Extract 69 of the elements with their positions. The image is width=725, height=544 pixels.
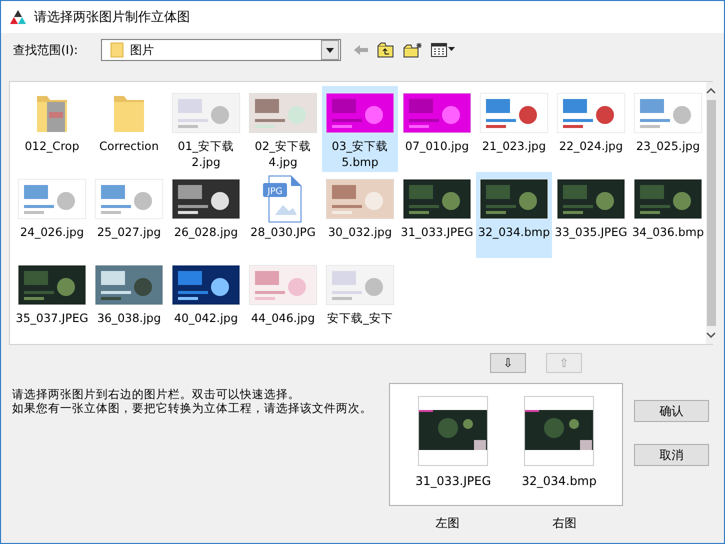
scroll-down-icon[interactable] xyxy=(706,332,716,338)
file-item[interactable]: 26_028.jpg xyxy=(168,172,244,258)
file-name: 28_030.JPG xyxy=(249,224,317,240)
file-item[interactable]: 21_023.jpg xyxy=(476,86,552,172)
file-name: 22_024.jpg xyxy=(558,138,624,154)
file-name: 012_Crop xyxy=(24,138,80,154)
file-item[interactable]: 安下载_安下 xyxy=(322,258,398,344)
preview-file-name: 31_033.JPEG xyxy=(415,474,491,488)
file-name: Correction xyxy=(98,138,160,154)
move-button[interactable]: ⇩ xyxy=(490,353,526,373)
file-item[interactable]: 32_034.bmp xyxy=(476,172,552,258)
view-menu-icon[interactable] xyxy=(431,43,455,57)
file-item[interactable]: 22_024.jpg xyxy=(553,86,629,172)
file-name: 31_033.JPEG xyxy=(400,224,474,240)
scroll-thumb[interactable] xyxy=(706,100,716,326)
look-in-label: 查找范围(I): xyxy=(13,42,79,58)
window-title: 请选择两张图片制作立体图 xyxy=(34,9,190,26)
file-item[interactable]: 24_026.jpg xyxy=(14,172,90,258)
file-name: 25_027.jpg xyxy=(96,224,162,240)
dialog-button[interactable]: 取消 xyxy=(634,444,709,466)
triangles-icon xyxy=(10,9,26,25)
preview-caption: 右图 xyxy=(552,515,576,532)
file-name: 02_安下载4.jpg xyxy=(254,138,312,170)
file-name: 07_010.jpg xyxy=(404,138,470,154)
file-item[interactable]: 40_042.jpg xyxy=(168,258,244,344)
file-name: 44_046.jpg xyxy=(250,310,316,326)
file-name: 26_028.jpg xyxy=(173,224,239,240)
file-name: 01_安下载2.jpg xyxy=(176,138,236,170)
folder-icon xyxy=(110,42,124,58)
instruction-text: 如果您有一张立体图，要把它转换为立体工程，请选择该文件两次。 xyxy=(12,401,373,415)
file-item[interactable]: 25_027.jpg xyxy=(91,172,167,258)
file-item[interactable]: 36_038.jpg xyxy=(91,258,167,344)
file-name: 34_036.bmp xyxy=(631,224,705,240)
dialog-button[interactable]: 确认 xyxy=(634,400,709,422)
file-name: 40_042.jpg xyxy=(173,310,239,326)
file-item[interactable]: Correction xyxy=(91,86,167,172)
file-item[interactable]: 34_036.bmp xyxy=(630,172,706,258)
file-item[interactable]: 07_010.jpg xyxy=(399,86,475,172)
file-item[interactable]: 31_033.JPEG xyxy=(399,172,475,258)
scroll-up-icon[interactable] xyxy=(706,88,716,94)
file-name: 32_034.bmp xyxy=(477,224,551,240)
file-name: 23_025.jpg xyxy=(635,138,701,154)
image-file-icon xyxy=(263,176,302,222)
file-name: 33_035.JPEG xyxy=(554,224,628,240)
file-item[interactable]: 44_046.jpg xyxy=(245,258,321,344)
new-folder-icon[interactable] xyxy=(403,42,423,58)
preview-file-name: 32_034.bmp xyxy=(522,474,597,488)
file-item[interactable]: 30_032.jpg xyxy=(322,172,398,258)
location-dropdown[interactable]: 图片 xyxy=(101,39,341,61)
up-folder-icon[interactable] xyxy=(377,42,395,58)
file-item[interactable]: 33_035.JPEG xyxy=(553,172,629,258)
file-name: 30_032.jpg xyxy=(327,224,393,240)
file-name: 36_038.jpg xyxy=(96,310,162,326)
preview-caption: 左图 xyxy=(436,515,460,532)
file-item[interactable]: 23_025.jpg xyxy=(630,86,706,172)
file-name: 35_037.JPEG xyxy=(14,310,90,326)
file-item[interactable]: 35_037.JPEG xyxy=(14,258,90,344)
instruction-text: 请选择两张图片到右边的图片栏。双击可以快速选择。 xyxy=(12,387,301,401)
file-name: 21_023.jpg xyxy=(481,138,547,154)
file-item[interactable]: 01_安下载2.jpg xyxy=(168,86,244,172)
file-item[interactable]: 03_安下载5.bmp xyxy=(322,86,398,172)
file-item[interactable]: JPG 28_030.JPG xyxy=(245,172,321,258)
file-name: 安下载_安下 xyxy=(326,310,394,326)
file-name: 24_026.jpg xyxy=(19,224,85,240)
scrollbar[interactable] xyxy=(706,82,716,344)
file-type-label: JPG xyxy=(267,187,283,197)
file-name: 03_安下载5.bmp xyxy=(330,138,390,170)
file-item[interactable]: 02_安下载4.jpg xyxy=(245,86,321,172)
file-item[interactable]: 012_Crop xyxy=(14,86,90,172)
